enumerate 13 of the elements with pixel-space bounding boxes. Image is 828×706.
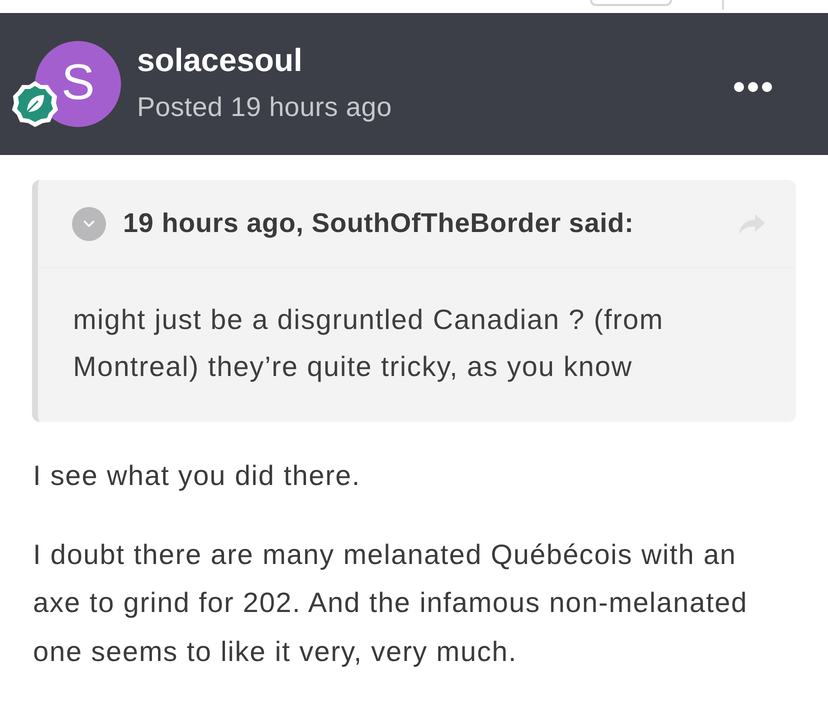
post-paragraph: I see what you did there. [33,459,362,493]
post-paragraph: I doubt there are many melanated Québécois with an axe to grind for 202. And the infamous non-melanated one seems to like it very, very much. [33,538,749,669]
post-time: Posted 19 hours ago [137,91,392,124]
leaf-badge-icon [10,79,60,129]
collapse-quote-button[interactable] [72,206,106,240]
chevron-down-icon [83,220,95,228]
more-options-button[interactable] [732,80,774,94]
quote-attribution: 19 hours ago, SouthOfTheBorder said: [123,207,634,240]
cut-off-button[interactable] [590,0,672,6]
ellipsis-icon [734,82,772,92]
author-name[interactable]: solacesoul [137,40,392,80]
avatar[interactable]: S [35,41,121,127]
quote-text: might just be a disgruntled Canadian ? (from Montreal) they’re quite tricky, as you know [72,303,665,384]
